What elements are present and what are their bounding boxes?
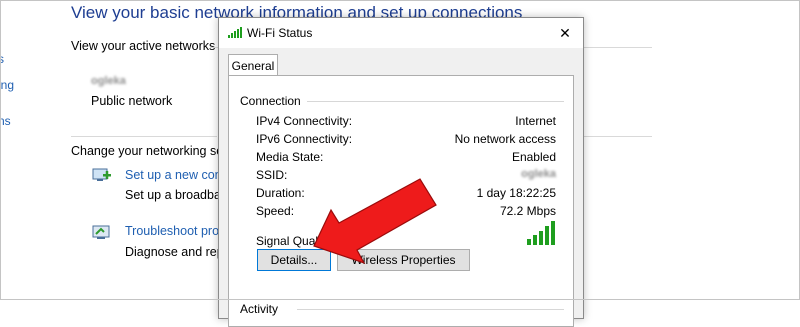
troubleshoot-icon: [92, 225, 110, 239]
left-nav-item-1[interactable]: s: [0, 52, 4, 66]
divider: [582, 136, 652, 137]
media-state-label: Media State:: [256, 150, 324, 164]
change-settings-heading: Change your networking set: [71, 144, 227, 158]
left-nav-item-3[interactable]: ns: [0, 114, 11, 128]
wifi-signal-icon: [228, 27, 242, 38]
duration-label: Duration:: [256, 186, 305, 200]
close-icon[interactable]: ✕: [547, 18, 583, 48]
dialog-titlebar[interactable]: Wi-Fi Status ✕: [219, 18, 583, 48]
active-networks-heading: View your active networks: [71, 39, 216, 53]
signal-quality-label: Signal Quality:: [256, 234, 334, 248]
wifi-status-dialog: Wi-Fi Status ✕ General Connection IPv4 C…: [218, 17, 584, 327]
network-type: Public network: [91, 94, 173, 108]
left-nav-item-2[interactable]: ing: [0, 78, 14, 92]
media-state-value: Enabled: [511, 150, 556, 164]
speed-label: Speed:: [256, 204, 295, 218]
signal-bar: [539, 231, 543, 245]
connection-group-label: Connection: [240, 94, 301, 108]
divider: [307, 101, 564, 102]
divider: [71, 136, 217, 137]
ipv6-value: No network access: [454, 132, 556, 146]
ipv4-label: IPv4 Connectivity:: [256, 114, 353, 128]
divider: [582, 47, 652, 48]
ipv4-value: Internet: [515, 114, 556, 128]
speed-value: 72.2 Mbps: [499, 204, 556, 218]
setup-connection-link[interactable]: Set up a new conn: [125, 168, 229, 182]
ipv6-label: IPv6 Connectivity:: [256, 132, 353, 146]
signal-bar: [545, 226, 549, 245]
troubleshoot-link[interactable]: Troubleshoot prob: [125, 224, 226, 238]
network-name: ogleka: [91, 75, 126, 87]
tab-general[interactable]: General: [228, 54, 278, 77]
details-button[interactable]: Details...: [257, 249, 331, 271]
network-setup-icon: [92, 168, 111, 181]
ssid-label: SSID:: [256, 168, 288, 182]
wireless-properties-button[interactable]: Wireless Properties: [337, 249, 470, 271]
activity-group-label: Activity: [240, 302, 279, 316]
duration-value: 1 day 18:22:25: [476, 186, 556, 200]
signal-bar: [533, 235, 537, 245]
divider: [297, 309, 564, 310]
general-tab-panel: Connection IPv4 Connectivity: Internet I…: [228, 75, 574, 327]
dialog-title: Wi-Fi Status: [247, 26, 313, 40]
divider: [210, 47, 218, 48]
signal-bar: [527, 239, 531, 245]
signal-strength-icon: [527, 221, 555, 245]
signal-bar: [551, 221, 555, 245]
troubleshoot-description: Diagnose and rep: [125, 245, 224, 259]
ssid-value: ogleka: [521, 168, 556, 180]
setup-connection-description: Set up a broadban: [125, 188, 228, 202]
